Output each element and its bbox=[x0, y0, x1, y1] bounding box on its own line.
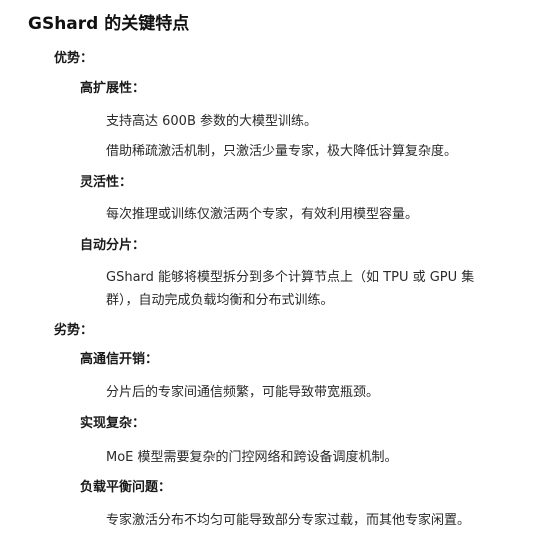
advantage-auto-sharding-text-line-1: GShard 能够将模型拆分到多个计算节点上（如 TPU 或 GPU 集 bbox=[106, 270, 475, 285]
disadvantage-heading-complexity: 实现复杂： bbox=[80, 416, 146, 431]
advantage-heading-flexibility: 灵活性： bbox=[80, 175, 133, 190]
document-page: GShard 的关键特点 优势： 高扩展性： 支持高达 600B 参数的大模型训… bbox=[0, 0, 559, 556]
disadvantage-heading-load-balance: 负载平衡问题： bbox=[80, 480, 172, 495]
disadvantages-label: 劣势： bbox=[54, 323, 94, 338]
advantage-heading-scalability: 高扩展性： bbox=[80, 81, 146, 96]
advantage-scalability-text-2: 借助稀疏激活机制，只激活少量专家，极大降低计算复杂度。 bbox=[106, 144, 458, 159]
disadvantage-communication-text: 分片后的专家间通信频繁，可能导致带宽瓶颈。 bbox=[106, 385, 380, 400]
document-title: GShard 的关键特点 bbox=[28, 14, 190, 34]
disadvantage-heading-communication: 高通信开销： bbox=[80, 352, 159, 367]
advantage-auto-sharding-text-line-2: 群），自动完成负载均衡和分布式训练。 bbox=[106, 293, 334, 308]
disadvantage-complexity-text: MoE 模型需要复杂的门控网络和跨设备调度机制。 bbox=[106, 450, 398, 465]
advantages-label: 优势： bbox=[54, 51, 94, 66]
disadvantage-load-balance-text: 专家激活分布不均匀可能导致部分专家过载，而其他专家闲置。 bbox=[106, 513, 471, 528]
advantage-flexibility-text: 每次推理或训练仅激活两个专家，有效利用模型容量。 bbox=[106, 207, 419, 222]
advantage-scalability-text-1: 支持高达 600B 参数的大模型训练。 bbox=[106, 114, 317, 129]
advantage-heading-auto-sharding: 自动分片： bbox=[80, 238, 146, 253]
